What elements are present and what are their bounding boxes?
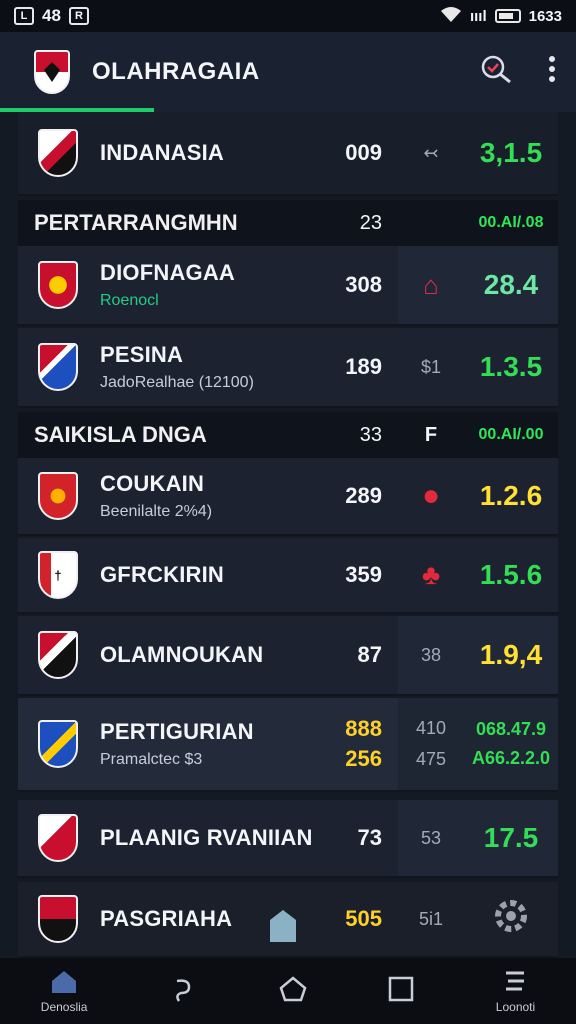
match-row[interactable]: OLAMNOUKAN 87 38 1.9,4 <box>18 616 558 696</box>
team-crest <box>38 261 78 309</box>
media-icon: R <box>68 7 89 25</box>
nav-circle[interactable] <box>279 975 307 1008</box>
wifi-icon <box>440 6 462 26</box>
team-name: COUKAIN <box>100 471 205 496</box>
team-name: PERTIGURIAN <box>100 719 254 744</box>
match-count: 189 <box>345 354 382 379</box>
section-count: 33 <box>359 423 382 446</box>
trend-icon: ↢ <box>423 142 439 163</box>
team-name: GFRCKIRIN <box>100 562 225 587</box>
match-count: 888 256 <box>328 716 398 772</box>
search-icon[interactable] <box>480 54 514 91</box>
nav-home[interactable]: Denoslia <box>40 969 88 1014</box>
share-icon[interactable] <box>266 906 300 949</box>
nav-recents[interactable] <box>388 976 414 1007</box>
team-subtitle: Pramalctec $3 <box>100 751 203 768</box>
team-name: PESINA <box>100 342 184 367</box>
odds-secondary: A66.2.2.0 <box>471 748 551 768</box>
odds-value[interactable]: 1.9,4 <box>464 616 558 694</box>
match-row[interactable]: COUKAIN Beenilalte 2%4) 289 ● 1.2.6 <box>18 458 558 536</box>
battery-icon <box>494 9 521 23</box>
team-crest: † <box>38 551 78 599</box>
home-icon <box>50 969 78 998</box>
match-row[interactable]: DIOFNAGAA Roenocl 308 ⌂ 28.4 <box>18 246 558 326</box>
club-icon: ♣ <box>421 559 441 590</box>
signal-icon: ıııl <box>469 7 487 25</box>
status-time: 1633 <box>528 7 562 25</box>
team-crest <box>38 895 78 943</box>
match-count: 289 <box>345 483 382 508</box>
status-left-text: 48 <box>42 6 61 25</box>
notification-icon: L <box>14 7 34 25</box>
team-name: DIOFNAGAA <box>100 260 236 285</box>
odds-value[interactable]: 1.3.5 <box>464 328 558 406</box>
back-icon <box>169 975 197 1008</box>
section-title: SAIKISLA DNGA <box>34 422 207 447</box>
home-icon: ⌂ <box>398 246 464 324</box>
section-mid: F <box>424 423 438 446</box>
aux-value: 38 <box>398 616 464 694</box>
team-crest <box>38 720 78 768</box>
aux-secondary: 475 <box>415 749 447 769</box>
match-row[interactable]: PERTIGURIAN Pramalctec $3 888 256 410 47… <box>18 698 558 792</box>
recents-icon <box>388 976 414 1007</box>
more-vert-icon[interactable] <box>548 55 556 90</box>
aux-value: 5i1 <box>418 908 444 929</box>
team-name: PLAANIG RVANIIAN <box>100 825 313 850</box>
section-title: PERTARRANGMHN <box>34 210 238 235</box>
team-subtitle: JadoRealhae (12100) <box>100 374 254 391</box>
menu-icon <box>502 969 528 998</box>
app-title: OLAHRAGAIA <box>92 58 260 85</box>
aux-primary: 410 <box>415 718 447 738</box>
match-count-primary: 888 <box>345 716 382 741</box>
live-icon: ● <box>421 479 441 512</box>
team-crest <box>38 343 78 391</box>
nav-home-label: Denoslia <box>40 999 88 1014</box>
match-count: 505 <box>345 906 382 931</box>
odds-value[interactable]: 17.5 <box>464 800 558 876</box>
match-row[interactable]: INDANASIA 009 ↢ 3,1.5 <box>18 112 558 196</box>
nav-back[interactable] <box>169 975 197 1008</box>
app-logo <box>34 50 70 94</box>
odds-value[interactable]: 3,1.5 <box>464 112 558 194</box>
match-count: 73 <box>357 825 382 850</box>
section-time: 00.AI/.00 <box>478 426 544 443</box>
match-count: 308 <box>345 272 382 297</box>
settings-icon[interactable] <box>492 897 530 942</box>
bottom-nav: Denoslia Loonoti <box>0 958 576 1024</box>
team-name: OLAMNOUKAN <box>100 642 264 667</box>
match-row[interactable]: PLAANIG RVANIIAN 73 53 17.5 <box>18 800 558 878</box>
odds-value[interactable]: 28.4 <box>464 246 558 324</box>
match-count-secondary: 256 <box>345 746 382 771</box>
odds-value[interactable]: 1.2.6 <box>464 458 558 534</box>
section-header: SAIKISLA DNGA 33 F 00.AI/.00 <box>18 412 558 458</box>
section-header: PERTARRANGMHN 23 00.AI/.08 <box>18 200 558 246</box>
match-count: 359 <box>345 562 382 587</box>
match-row[interactable]: PESINA JadoRealhae (12100) 189 $1 1.3.5 <box>18 328 558 408</box>
match-row[interactable]: † GFRCKIRIN 359 ♣ 1.5.6 <box>18 538 558 614</box>
odds-value[interactable] <box>464 882 558 956</box>
odds-value[interactable]: 1.5.6 <box>464 538 558 612</box>
match-count: 009 <box>345 140 382 165</box>
match-count: 87 <box>357 642 382 667</box>
team-subtitle: Beenilalte 2%4) <box>100 503 213 520</box>
section-time: 00.AI/.08 <box>478 214 544 231</box>
nav-more[interactable]: Loonoti <box>496 969 535 1014</box>
team-name: INDANASIA <box>100 140 225 165</box>
team-subtitle: Roenocl <box>100 292 159 309</box>
aux-value: $1 <box>420 356 442 377</box>
team-crest <box>38 129 78 177</box>
nav-more-label: Loonoti <box>495 999 536 1014</box>
aux-value: 53 <box>398 800 464 876</box>
odds-value[interactable]: 068.47.9 A66.2.2.0 <box>464 698 558 790</box>
team-crest <box>38 631 78 679</box>
section-count: 23 <box>359 211 382 234</box>
aux-value: 410 475 <box>398 698 464 790</box>
circle-home-icon <box>279 975 307 1008</box>
app-header: OLAHRAGAIA <box>0 32 576 112</box>
team-crest <box>38 472 78 520</box>
team-crest <box>38 814 78 862</box>
status-bar: L 48 R ıııl 1633 <box>0 0 576 32</box>
odds-primary: 068.47.9 <box>475 719 547 739</box>
